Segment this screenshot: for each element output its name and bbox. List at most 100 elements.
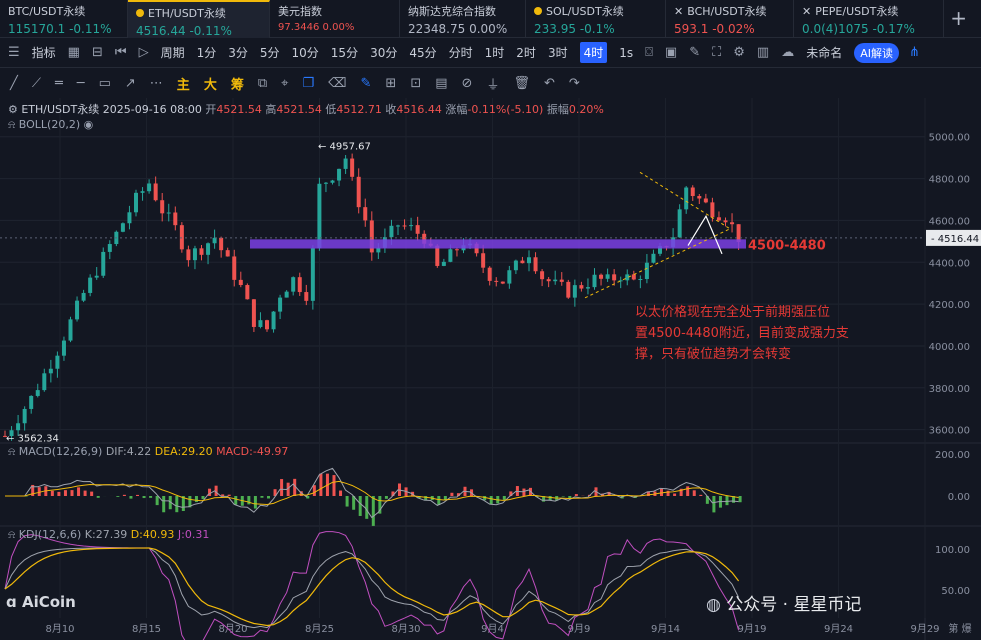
camera-icon[interactable]: ⌼	[645, 45, 653, 60]
interval-button[interactable]: 1分	[197, 44, 217, 61]
ticker-price-row: 22348.75 0.00%	[408, 22, 519, 36]
ticker-name-text: SOL/USDT永续	[546, 5, 624, 18]
ticker-name: ETH/USDT永续	[136, 5, 263, 21]
interval-button[interactable]: 10分	[292, 44, 319, 61]
interval-button[interactable]: 15分	[331, 44, 358, 61]
ticker-tab[interactable]: ETH/USDT永续 4516.44 -0.11%	[128, 0, 270, 38]
edit-icon[interactable]: ✎	[689, 45, 700, 60]
calendar-icon[interactable]: ▦	[68, 45, 80, 60]
delete-icon[interactable]: 🗑	[513, 76, 530, 91]
bell-icon[interactable]: ⍾	[8, 445, 19, 458]
trendline-tool-icon[interactable]: ╱	[10, 76, 18, 91]
ticker-tab[interactable]: ✕ BCH/USDT永续 593.1 -0.02%	[666, 0, 794, 38]
indicator-button[interactable]: 指标	[32, 44, 56, 61]
undo-icon[interactable]: ↶	[544, 76, 555, 91]
interval-button[interactable]: 45分	[409, 44, 436, 61]
ray-tool-icon[interactable]: ⟋	[32, 76, 41, 91]
ticker-tab[interactable]: BTC/USDT永续 115170.1 -0.11%	[0, 0, 128, 38]
unnamed-layout-dropdown[interactable]: 未命名	[806, 44, 842, 61]
ticker-tab[interactable]: 纳斯达克综合指数 22348.75 0.00%	[400, 0, 526, 38]
ticker-name-text: BTC/USDT永续	[8, 5, 86, 18]
arrow-tool-icon[interactable]: ↗	[125, 76, 136, 91]
interval-button[interactable]: 3时	[548, 44, 568, 61]
menu-icon[interactable]: ☰	[8, 45, 20, 60]
kdj-k: K:27.39	[84, 528, 128, 541]
ticker-tab[interactable]: SOL/USDT永续 233.95 -0.1%	[526, 0, 666, 38]
share-icon[interactable]: ⋔	[909, 45, 920, 60]
add-tab-icon[interactable]: +	[950, 6, 967, 30]
ai-analysis-button[interactable]: AI解读	[854, 42, 899, 63]
horizontal-ray-tool-icon[interactable]: ─	[77, 76, 85, 91]
candle-body	[441, 261, 446, 266]
main-force-button[interactable]: 主	[177, 74, 190, 93]
chip-button[interactable]: 筹	[231, 74, 244, 93]
large-order-button[interactable]: 大	[204, 74, 217, 93]
eye-icon[interactable]: ◉	[84, 118, 94, 131]
hide-icon[interactable]: ⊘	[462, 76, 473, 91]
interval-button[interactable]: 5分	[260, 44, 280, 61]
candle-body	[730, 222, 735, 225]
ticker-change: 0.00%	[469, 22, 508, 36]
horizontal-line-tool-icon[interactable]: ═	[55, 76, 63, 91]
kdj-j: J:0.31	[177, 528, 210, 541]
candle-body	[29, 395, 34, 409]
more-tools-icon[interactable]: ⋯	[150, 76, 163, 91]
coin-x-icon: ✕	[674, 4, 684, 18]
play-icon[interactable]: ▷	[139, 45, 149, 60]
layout-grid-icon[interactable]: ▥	[757, 45, 769, 60]
candle-body	[389, 225, 394, 238]
candle-body	[540, 271, 545, 280]
candle-body	[605, 274, 610, 279]
copy-icon[interactable]: ❐	[302, 76, 314, 91]
measure-icon[interactable]: ⊞	[385, 76, 396, 91]
candle-body	[134, 192, 138, 213]
candle-body	[68, 319, 73, 341]
ticker-tab[interactable]: ✕ PEPE/USDT永续 0.0(4)1075 -0.17%	[794, 0, 944, 38]
macd-histogram-bar	[96, 496, 100, 498]
ticker-change: -0.11%	[189, 24, 232, 38]
price-chart[interactable]: 5000.00 4800.00 4600.00 4400.00 4200.00 4000.…	[0, 98, 981, 640]
macd-label: MACD(12,26,9)	[18, 445, 103, 458]
rectangle-tool-icon[interactable]: ▭	[99, 76, 111, 91]
interval-button[interactable]: 1s	[619, 46, 633, 60]
candle-body	[559, 279, 564, 282]
candle-body	[186, 249, 191, 261]
ticker-change: -0.17%	[872, 22, 915, 36]
ticker-tab[interactable]: 美元指数 97.3446 0.00%	[270, 0, 400, 38]
compare-icon[interactable]: ⧉	[258, 76, 267, 91]
bell-icon[interactable]: ⍾	[8, 528, 19, 541]
image-icon[interactable]: ▣	[665, 45, 677, 60]
note-icon[interactable]: ▤	[435, 76, 447, 91]
kdj-k-line	[4, 547, 740, 629]
redo-icon[interactable]: ↷	[569, 76, 580, 91]
ticker-bar: BTC/USDT永续 115170.1 -0.11% ETH/USDT永续 451…	[0, 0, 981, 38]
magnet-icon[interactable]: ⌖	[281, 76, 288, 91]
filter-icon[interactable]: ⏚	[486, 74, 499, 93]
rewind-icon[interactable]: ⏮	[115, 45, 127, 60]
bell-icon[interactable]: ⍾	[8, 118, 19, 131]
draw-pen-icon[interactable]: ✎	[361, 76, 372, 91]
interval-button[interactable]: 30分	[370, 44, 397, 61]
interval-button[interactable]: 1时	[485, 44, 505, 61]
layout-icon[interactable]: ⊟	[92, 45, 103, 60]
y-tick-label: 4200.00	[929, 300, 970, 311]
eraser-icon[interactable]: ⌫	[328, 76, 346, 91]
ticker-name-text: 美元指数	[278, 5, 322, 18]
candle-body	[716, 217, 721, 221]
lock-icon[interactable]: ⊡	[410, 76, 421, 91]
cloud-icon[interactable]: ☁	[781, 45, 794, 60]
ticker-price: 97.3446	[278, 22, 320, 33]
settings-icon[interactable]: ⚙	[733, 45, 745, 60]
legend-amp-label: 振幅	[546, 103, 569, 116]
candle-body	[343, 158, 348, 169]
ticker-price-row: 593.1 -0.02%	[674, 22, 787, 36]
period-button[interactable]: 周期	[161, 44, 185, 61]
interval-button[interactable]: 3分	[228, 44, 248, 61]
interval-button[interactable]: 分时	[449, 44, 473, 61]
macd-histogram-bar	[725, 496, 729, 506]
interval-button[interactable]: 2时	[516, 44, 536, 61]
aicoin-logo: ɑ AiCoin	[6, 593, 76, 611]
interval-button[interactable]: 4时	[579, 42, 608, 63]
fullscreen-icon[interactable]: ⛶	[712, 45, 721, 60]
y-tick-label: 4400.00	[929, 258, 970, 269]
